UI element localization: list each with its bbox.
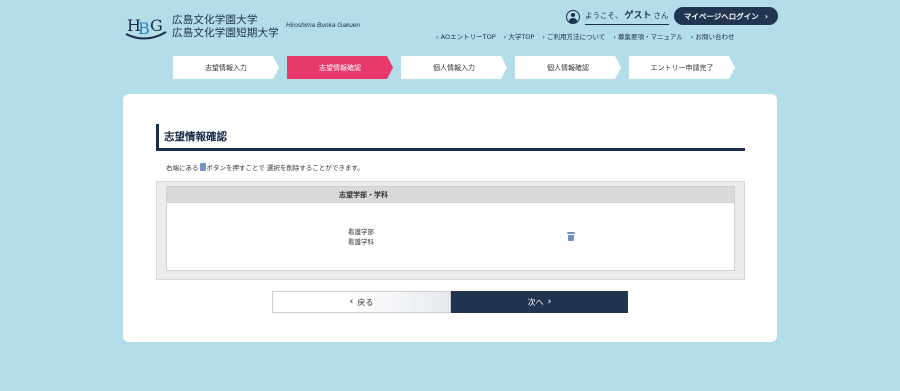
- selection-table: 志望学部・学科 看護学部 看護学科: [156, 181, 745, 280]
- welcome-suffix: さん: [653, 11, 669, 20]
- user-icon: [566, 9, 580, 24]
- nav-contact[interactable]: お問い合わせ: [691, 31, 734, 41]
- nav-guidelines-manual[interactable]: 募集要項・マニュアル: [613, 31, 683, 41]
- instruction-note: 右端にある ボタンを押すことで 選択を削除することができます。: [166, 162, 364, 172]
- mypage-login-button[interactable]: マイページへログイン ›: [674, 7, 778, 25]
- logo-mark-icon: H B G: [124, 12, 168, 42]
- faculty-name: 看護学部: [348, 228, 374, 236]
- step-entry-complete: エントリー申請完了: [629, 56, 735, 79]
- step-preference-input: 志望情報入力: [173, 56, 279, 79]
- logo-english-name: Hiroshima Bunka Gakuen: [286, 22, 361, 29]
- nav-university-top[interactable]: 大学TOP: [504, 31, 534, 41]
- table-row: 看護学部 看護学科: [166, 203, 735, 271]
- column-faculty-department: 志望学部・学科: [339, 190, 388, 199]
- next-label: 次へ: [527, 297, 544, 307]
- welcome-text: ようこそ、 ゲスト さん: [585, 8, 669, 25]
- svg-text:G: G: [150, 16, 163, 35]
- trash-icon: [199, 163, 206, 171]
- delete-selection-button[interactable]: [567, 232, 575, 241]
- department-name: 看護学科: [348, 238, 374, 246]
- welcome-area: ようこそ、 ゲスト さん: [566, 8, 669, 25]
- step-personal-input: 個人情報入力: [401, 56, 507, 79]
- top-navigation: AOエントリーTOP 大学TOP ご利用方法について 募集要項・マニュアル お問…: [436, 31, 735, 41]
- step-personal-confirm: 個人情報確認: [515, 56, 621, 79]
- progress-steps: 志望情報入力 志望情報確認 個人情報入力 個人情報確認 エントリー申請完了: [173, 56, 743, 79]
- welcome-prefix: ようこそ、: [585, 11, 623, 20]
- page-title: 志望情報確認: [156, 124, 745, 151]
- step-preference-confirm: 志望情報確認: [287, 56, 393, 79]
- note-after: ボタンを押すことで 選択を削除することができます。: [206, 164, 364, 172]
- svg-text:B: B: [138, 19, 150, 38]
- chevron-right-icon: ›: [764, 11, 769, 21]
- user-name: ゲスト: [624, 11, 652, 21]
- note-before: 右端にある: [166, 164, 199, 172]
- nav-ao-entry-top[interactable]: AOエントリーTOP: [436, 31, 496, 41]
- table-header: 志望学部・学科: [166, 186, 735, 203]
- back-label: 戻る: [357, 297, 374, 307]
- logo-names: 広島文化学園大学 広島文化学園短期大学: [172, 14, 279, 40]
- nav-how-to-use[interactable]: ご利用方法について: [542, 31, 605, 41]
- university-name: 広島文化学園大学: [172, 14, 258, 26]
- site-logo[interactable]: H B G 広島文化学園大学 広島文化学園短期大学: [124, 12, 279, 42]
- chevron-right-icon: ›: [547, 297, 552, 307]
- trash-lid: [567, 232, 575, 234]
- college-name: 広島文化学園短期大学: [172, 27, 279, 39]
- back-button[interactable]: ‹ 戻る: [272, 291, 451, 313]
- trash-icon: [568, 234, 574, 241]
- next-button[interactable]: 次へ ›: [451, 291, 628, 313]
- mypage-login-label: マイページへログイン: [683, 11, 759, 21]
- main-panel: 志望情報確認 右端にある ボタンを押すことで 選択を削除することができます。 志…: [123, 94, 777, 342]
- chevron-left-icon: ‹: [349, 297, 354, 307]
- selected-program: 看護学部 看護学科: [348, 227, 374, 247]
